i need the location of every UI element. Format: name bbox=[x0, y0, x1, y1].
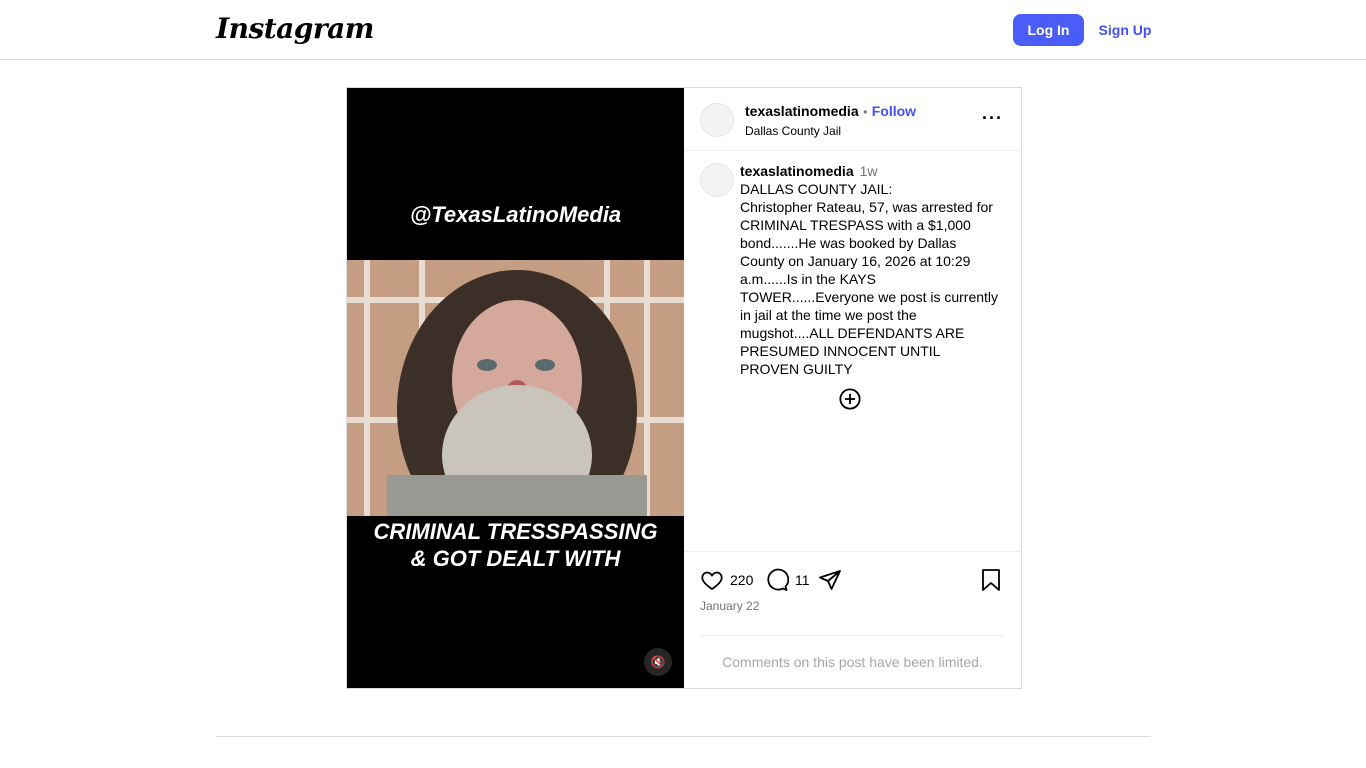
post-media[interactable]: @TexasLatinoMedia CRIMINAL TRESSPASSING … bbox=[347, 88, 684, 688]
separator-dot: • bbox=[863, 105, 868, 119]
comments-limited-notice: Comments on this post have been limited. bbox=[700, 635, 1005, 688]
media-caption-overlay: CRIMINAL TRESSPASSING & GOT DEALT WITH bbox=[373, 519, 658, 571]
post-location[interactable]: Dallas County Jail bbox=[745, 124, 916, 138]
heart-icon[interactable] bbox=[700, 568, 724, 592]
caption-avatar[interactable] bbox=[700, 163, 734, 197]
post-author-username[interactable]: texaslatinomedia bbox=[745, 103, 859, 119]
signup-link[interactable]: Sign Up bbox=[1090, 14, 1160, 46]
more-dots-icon[interactable]: ··· bbox=[982, 108, 1003, 129]
post-actions: 220 11 January 22 bbox=[684, 551, 1021, 636]
post-date[interactable]: January 22 bbox=[700, 599, 759, 613]
caption-username[interactable]: texaslatinomedia bbox=[740, 163, 854, 179]
caption-block: texaslatinomedia 1w DALLAS COUNTY JAIL: C… bbox=[740, 162, 1002, 378]
footer-divider bbox=[216, 736, 1151, 737]
mugshot-photo bbox=[347, 260, 684, 516]
login-button[interactable]: Log In bbox=[1013, 14, 1084, 46]
avatar[interactable] bbox=[700, 103, 734, 137]
load-more-comments-icon[interactable] bbox=[839, 388, 861, 410]
follow-button[interactable]: Follow bbox=[872, 103, 916, 119]
caption-time: 1w bbox=[859, 163, 878, 179]
like-action: 220 bbox=[700, 568, 753, 592]
top-bar: Instagram Log In Sign Up bbox=[0, 0, 1366, 60]
media-handle-text: @TexasLatinoMedia bbox=[409, 202, 622, 227]
comment-action: 11 bbox=[765, 568, 810, 592]
caption-text: DALLAS COUNTY JAIL: Christopher Rateau, … bbox=[740, 181, 999, 377]
post-sidebar: texaslatinomedia • Follow Dallas County … bbox=[684, 88, 1021, 688]
post-header-info: texaslatinomedia • Follow Dallas County … bbox=[745, 103, 916, 138]
mugshot-image bbox=[347, 260, 684, 516]
comment-count: 11 bbox=[795, 572, 810, 588]
bookmark-icon[interactable] bbox=[980, 568, 1002, 592]
post-header: texaslatinomedia • Follow Dallas County … bbox=[684, 88, 1021, 151]
share-icon[interactable] bbox=[818, 568, 842, 592]
instagram-logo[interactable]: Instagram bbox=[216, 12, 374, 45]
speaker-muted-icon[interactable]: 🔇 bbox=[644, 648, 672, 676]
post-card: @TexasLatinoMedia CRIMINAL TRESSPASSING … bbox=[346, 87, 1022, 689]
like-count[interactable]: 220 bbox=[730, 572, 753, 588]
comment-icon[interactable] bbox=[765, 568, 789, 592]
